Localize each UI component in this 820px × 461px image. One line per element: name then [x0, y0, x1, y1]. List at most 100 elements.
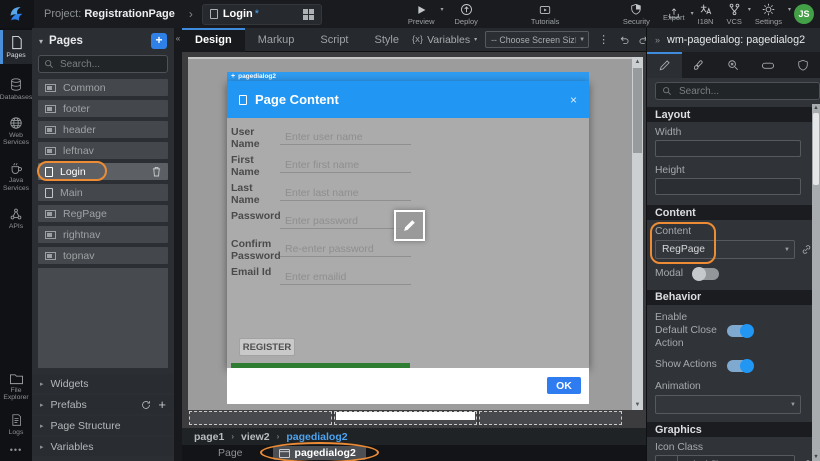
- section-layout[interactable]: Layout: [647, 107, 812, 122]
- icon-class-input[interactable]: wi wi-file: [655, 455, 795, 461]
- grid-icon[interactable]: [303, 9, 314, 20]
- canvas-scrollbar[interactable]: ▲ ▼: [632, 57, 643, 410]
- panel-section-header[interactable]: ▸ Variables +: [32, 437, 174, 456]
- page-list-item[interactable]: rightnav: [38, 226, 168, 243]
- rail-item-file-explorer[interactable]: File Explorer: [0, 367, 32, 407]
- field-input[interactable]: Enter emailid: [280, 263, 411, 285]
- collapse-right-icon[interactable]: »: [655, 35, 660, 45]
- export-button[interactable]: ▾ Export: [663, 7, 685, 22]
- preview-button[interactable]: ▾ Preview: [408, 3, 435, 26]
- rail-item-java-services[interactable]: Java Services: [0, 156, 32, 197]
- design-canvas[interactable]: + pagedialog2 Page Content × User Name E…: [182, 52, 646, 428]
- close-action-toggle[interactable]: [727, 325, 753, 337]
- scrollbar-thumb[interactable]: [633, 68, 642, 153]
- deploy-button[interactable]: Deploy: [455, 3, 478, 26]
- animation-select[interactable]: ▼: [655, 395, 801, 414]
- height-input[interactable]: [655, 178, 801, 195]
- delete-page-icon[interactable]: [152, 166, 161, 177]
- panel-section-header[interactable]: ▸ Widgets +: [32, 374, 174, 393]
- width-input[interactable]: [655, 140, 801, 157]
- dialog-header[interactable]: Page Content ×: [227, 81, 589, 118]
- selected-widget-chip[interactable]: pagedialog2: [273, 446, 366, 460]
- page-list-item[interactable]: topnav: [38, 247, 168, 264]
- screen-size-select[interactable]: -- Choose Screen Size -- ▼: [485, 31, 589, 48]
- scroll-up-icon[interactable]: ▲: [632, 57, 643, 67]
- scroll-up-icon[interactable]: ▲: [812, 104, 820, 112]
- editor-tab[interactable]: Markup: [245, 28, 308, 52]
- edit-widget-button[interactable]: [394, 210, 425, 241]
- rail-item-logs[interactable]: Logs: [0, 408, 32, 441]
- ok-button[interactable]: OK: [547, 377, 581, 394]
- open-page-tab[interactable]: Login *: [202, 4, 322, 25]
- pages-search-input[interactable]: [58, 58, 162, 71]
- chevron-right-icon[interactable]: ›: [189, 7, 193, 21]
- page-list-item[interactable]: Main: [38, 184, 168, 201]
- layout-placeholder[interactable]: [479, 411, 622, 425]
- caret-down-icon[interactable]: ▾: [39, 37, 43, 46]
- page-list-item[interactable]: Common: [38, 79, 168, 96]
- section-content[interactable]: Content: [647, 205, 812, 220]
- collapse-left-icon[interactable]: «: [176, 34, 180, 43]
- page-list-item[interactable]: header: [38, 121, 168, 138]
- page-list-item[interactable]: RegPage: [38, 205, 168, 222]
- add-page-button[interactable]: +: [151, 33, 167, 49]
- bind-property-icon[interactable]: [801, 244, 812, 255]
- field-input[interactable]: Enter user name: [280, 123, 411, 145]
- panel-section-header[interactable]: ▸ Page Structure +: [32, 416, 174, 435]
- tab-device[interactable]: [751, 52, 786, 78]
- user-avatar[interactable]: JS: [794, 4, 814, 24]
- security-button[interactable]: Security: [623, 3, 650, 26]
- breadcrumb-item[interactable]: pagedialog2: [286, 431, 347, 443]
- layout-placeholder[interactable]: [189, 411, 332, 425]
- wavemaker-logo[interactable]: [0, 0, 34, 28]
- scroll-down-icon[interactable]: ▼: [632, 400, 643, 410]
- editor-tab[interactable]: Design: [182, 28, 245, 52]
- refresh-icon[interactable]: [141, 400, 151, 410]
- scrollbar-thumb[interactable]: [813, 113, 819, 185]
- panel-section-header[interactable]: ▸ Prefabs +: [32, 395, 174, 414]
- dialog-widget-tag[interactable]: + pagedialog2: [227, 72, 589, 81]
- more-options-icon[interactable]: •••: [0, 441, 32, 461]
- breadcrumb-item[interactable]: page1: [194, 431, 224, 443]
- scroll-down-icon[interactable]: ▼: [812, 453, 820, 461]
- caret-down-icon[interactable]: ▾: [691, 10, 694, 17]
- more-actions-icon[interactable]: ⋮: [598, 33, 609, 46]
- layout-placeholder[interactable]: [334, 411, 477, 425]
- undo-icon[interactable]: [618, 34, 631, 46]
- caret-down-icon[interactable]: ▾: [748, 6, 751, 13]
- register-button[interactable]: REGISTER: [239, 338, 295, 356]
- section-behavior[interactable]: Behavior: [647, 290, 812, 305]
- tab-security[interactable]: [785, 52, 820, 78]
- tab-events[interactable]: [716, 52, 751, 78]
- rail-item-apis[interactable]: APIs: [0, 202, 32, 235]
- add-prefab-icon[interactable]: +: [158, 400, 166, 410]
- pages-search[interactable]: [38, 55, 168, 73]
- dialog-close-icon[interactable]: ×: [570, 93, 577, 107]
- page-list-item[interactable]: footer: [38, 100, 168, 117]
- caret-down-icon[interactable]: ▾: [788, 6, 791, 13]
- properties-search-input[interactable]: [677, 85, 813, 98]
- page-list-item[interactable]: leftnav: [38, 142, 168, 159]
- field-input[interactable]: Re-enter password: [280, 235, 411, 257]
- tab-styles[interactable]: [682, 52, 717, 78]
- show-actions-toggle[interactable]: [727, 360, 753, 372]
- breadcrumb-item[interactable]: view2: [241, 431, 270, 443]
- tutorials-button[interactable]: Tutorials: [531, 3, 559, 26]
- settings-button[interactable]: ▾ Settings: [755, 3, 782, 26]
- rail-item-web-services[interactable]: Web Services: [0, 111, 32, 152]
- content-select[interactable]: RegPage ▼: [655, 240, 795, 259]
- properties-scrollbar[interactable]: ▲ ▼: [812, 104, 820, 461]
- section-graphics[interactable]: Graphics: [647, 422, 812, 437]
- editor-tab[interactable]: Script: [307, 28, 361, 52]
- editor-tab[interactable]: Style: [362, 28, 412, 52]
- rail-item-databases[interactable]: Databases: [0, 72, 32, 106]
- panel-collapse-strip[interactable]: «: [174, 28, 182, 461]
- caret-down-icon[interactable]: ▾: [441, 6, 444, 13]
- page-list-item[interactable]: Login: [38, 163, 168, 180]
- vcs-button[interactable]: ▾ VCS: [726, 3, 741, 26]
- i18n-button[interactable]: I18N: [698, 3, 714, 26]
- field-input[interactable]: Enter last name: [280, 179, 411, 201]
- field-input[interactable]: Enter first name: [280, 151, 411, 173]
- modal-toggle[interactable]: [693, 268, 719, 280]
- tab-properties[interactable]: [647, 52, 682, 78]
